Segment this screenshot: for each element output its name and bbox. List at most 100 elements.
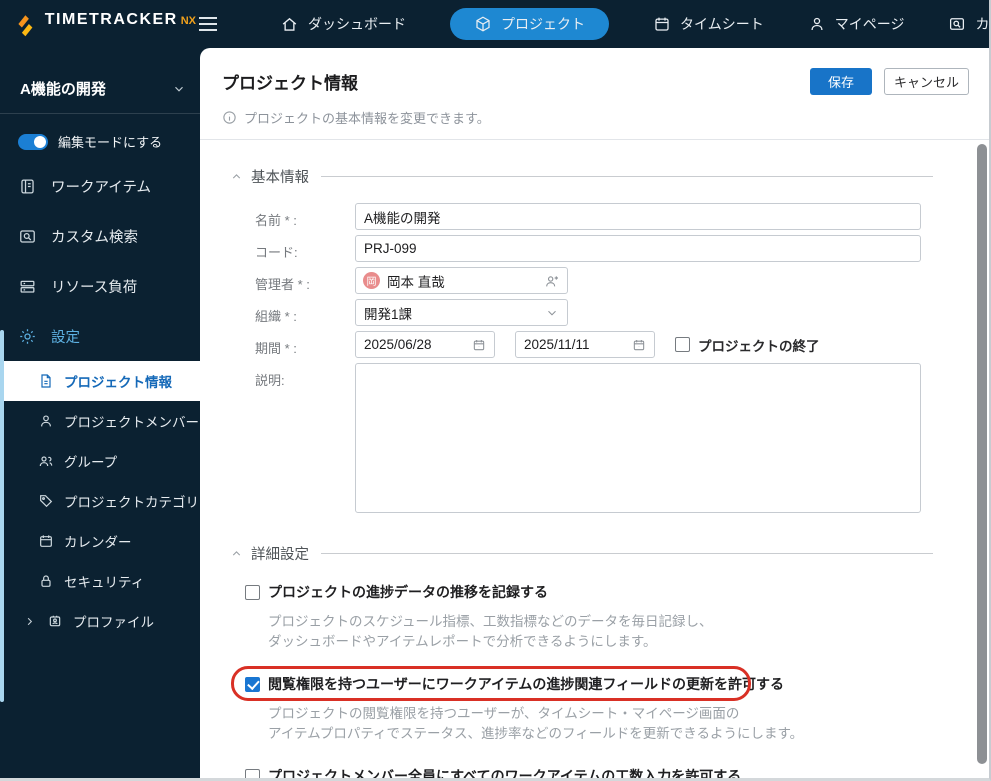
- topbar: TIMETRACKER NX ダッシュボード プロジェクト タイムシート マイペ…: [0, 0, 989, 48]
- org-select[interactable]: 開発1課: [355, 299, 568, 326]
- manager-avatar: 岡: [363, 272, 380, 289]
- calendar-icon: [632, 338, 646, 352]
- field-row-name: 名前 * :: [255, 203, 989, 230]
- option-label: プロジェクトの進捗データの推移を記録する: [268, 582, 548, 602]
- sidebar-item-label: リソース負荷: [51, 276, 137, 297]
- allow-all-members-checkbox[interactable]: [245, 769, 260, 781]
- project-end-checkbox-row[interactable]: プロジェクトの終了: [675, 335, 820, 355]
- group-icon: [38, 453, 54, 469]
- sidebar-divider: [0, 113, 200, 114]
- calendar-icon: [38, 533, 54, 549]
- project-selector[interactable]: A機能の開発: [0, 48, 200, 113]
- start-date-value: 2025/06/28: [364, 337, 472, 352]
- field-label: 説明:: [255, 363, 355, 513]
- option-row[interactable]: プロジェクトメンバー全員にすべてのワークアイテムの工数入力を許可する: [245, 766, 741, 781]
- project-end-checkbox[interactable]: [675, 337, 690, 352]
- chevron-up-icon[interactable]: [230, 170, 243, 183]
- edit-mode-toggle-row[interactable]: 編集モードにする: [0, 116, 200, 161]
- code-input[interactable]: [355, 235, 921, 262]
- person-add-icon[interactable]: [544, 273, 560, 289]
- field-row-description: 説明:: [255, 363, 989, 513]
- sidebar-subitem-groups[interactable]: グループ: [0, 441, 200, 481]
- start-date-picker[interactable]: 2025/06/28: [355, 331, 495, 358]
- sidebar-subitem-label: グループ: [64, 451, 117, 471]
- profile-icon: [47, 613, 63, 629]
- chevron-right-icon: [24, 616, 35, 627]
- sidebar-subitem-profile[interactable]: プロファイル: [0, 601, 200, 641]
- record-progress-checkbox[interactable]: [245, 585, 260, 600]
- nav-mypage[interactable]: マイページ: [808, 14, 905, 34]
- sidebar-subitem-label: プロジェクト情報: [64, 371, 172, 391]
- app-window: TIMETRACKER NX ダッシュボード プロジェクト タイムシート マイペ…: [0, 0, 991, 781]
- sidebar-item-label: 設定: [51, 326, 80, 347]
- sidebar-item-resource-load[interactable]: リソース負荷: [0, 261, 200, 311]
- main-panel: プロジェクト情報 保存 キャンセル プロジェクトの基本情報を変更できます。 基本…: [200, 48, 989, 781]
- sidebar-subitem-label: プロファイル: [73, 611, 154, 631]
- cube-icon: [474, 15, 492, 33]
- option-description: プロジェクトの閲覧権限を持つユーザーが、タイムシート・マイページ画面の アイテム…: [268, 704, 989, 744]
- field-label: コード:: [255, 235, 355, 262]
- page-subtitle: プロジェクトの基本情報を変更できます。: [244, 108, 490, 127]
- nav-label: タイムシート: [680, 14, 764, 34]
- edit-mode-toggle[interactable]: [18, 134, 48, 150]
- calendar-icon: [653, 15, 671, 33]
- hamburger-menu-icon[interactable]: [198, 16, 218, 32]
- sidebar-item-custom-search[interactable]: カスタム検索: [0, 211, 200, 261]
- sidebar-subitem-project-categories[interactable]: プロジェクトカテゴリ: [0, 481, 200, 521]
- search-box-icon: [18, 227, 37, 246]
- description-textarea[interactable]: [355, 363, 921, 513]
- section-advanced-settings: 詳細設定: [230, 543, 933, 564]
- sidebar-subitem-label: カレンダー: [64, 531, 132, 551]
- edit-mode-label: 編集モードにする: [58, 132, 162, 151]
- sidebar-subitem-calendar[interactable]: カレンダー: [0, 521, 200, 561]
- end-date-picker[interactable]: 2025/11/11: [515, 331, 655, 358]
- sidebar-item-settings[interactable]: 設定: [0, 311, 200, 361]
- person-icon: [808, 15, 826, 33]
- main-scrollbar-thumb[interactable]: [977, 144, 987, 764]
- work-item-icon: [18, 177, 37, 196]
- allow-viewer-update-checkbox[interactable]: [245, 677, 260, 692]
- manager-name: 岡本 直哉: [387, 271, 537, 291]
- save-button[interactable]: 保存: [810, 68, 872, 95]
- sidebar-subitem-security[interactable]: セキュリティ: [0, 561, 200, 601]
- chevron-down-icon: [545, 306, 559, 320]
- gear-icon: [18, 327, 37, 346]
- form-scroll-area: 基本情報 名前 * : コード: 管理者 * : 岡: [200, 140, 989, 781]
- nav-timesheet[interactable]: タイムシート: [653, 14, 764, 34]
- name-input[interactable]: [355, 203, 921, 230]
- top-navigation: ダッシュボード プロジェクト タイムシート マイページ カスタム検索: [280, 8, 991, 40]
- person-icon: [38, 413, 54, 429]
- nav-custom-search[interactable]: カスタム検索: [948, 14, 991, 34]
- option-label: 閲覧権限を持つユーザーにワークアイテムの進捗関連フィールドの更新を許可する: [268, 674, 784, 694]
- cancel-button[interactable]: キャンセル: [884, 68, 969, 95]
- main-header: プロジェクト情報 保存 キャンセル プロジェクトの基本情報を変更できます。: [200, 48, 989, 127]
- section-title: 基本情報: [251, 166, 309, 187]
- nav-dashboard[interactable]: ダッシュボード: [280, 14, 406, 34]
- page-title: プロジェクト情報: [222, 69, 358, 94]
- nav-label: ダッシュボード: [308, 14, 406, 34]
- sidebar-subitem-project-members[interactable]: プロジェクトメンバー: [0, 401, 200, 441]
- nav-label: マイページ: [835, 14, 905, 34]
- field-row-code: コード:: [255, 235, 989, 262]
- field-row-period: 期間 * : 2025/06/28 2025/11/11: [255, 331, 989, 358]
- nav-label: プロジェクト: [501, 14, 585, 34]
- sidebar-scrollbar[interactable]: [0, 330, 4, 702]
- option-record-progress: プロジェクトの進捗データの推移を記録する プロジェクトのスケジュール指標、工数指…: [245, 582, 989, 652]
- sidebar-item-work-items[interactable]: ワークアイテム: [0, 161, 200, 211]
- sidebar-subitem-label: セキュリティ: [64, 571, 144, 591]
- field-row-org: 組織 * : 開発1課: [255, 299, 989, 326]
- manager-field[interactable]: 岡 岡本 直哉: [355, 267, 568, 294]
- logo-suffix: NX: [181, 15, 196, 27]
- option-row[interactable]: プロジェクトの進捗データの推移を記録する: [245, 582, 548, 602]
- calendar-icon: [472, 338, 486, 352]
- sidebar-item-label: ワークアイテム: [51, 176, 151, 197]
- sidebar-subitem-project-info[interactable]: プロジェクト情報: [0, 361, 200, 401]
- nav-project[interactable]: プロジェクト: [450, 8, 609, 40]
- field-label: 組織 * :: [255, 299, 355, 326]
- lock-icon: [38, 573, 54, 589]
- chevron-up-icon[interactable]: [230, 547, 243, 560]
- option-row[interactable]: 閲覧権限を持つユーザーにワークアイテムの進捗関連フィールドの更新を許可する: [245, 674, 784, 694]
- sidebar: A機能の開発 編集モードにする ワークアイテム カスタム検索 リソース負荷: [0, 48, 200, 781]
- tag-icon: [38, 493, 54, 509]
- option-allow-viewer-update: 閲覧権限を持つユーザーにワークアイテムの進捗関連フィールドの更新を許可する プロ…: [245, 674, 989, 744]
